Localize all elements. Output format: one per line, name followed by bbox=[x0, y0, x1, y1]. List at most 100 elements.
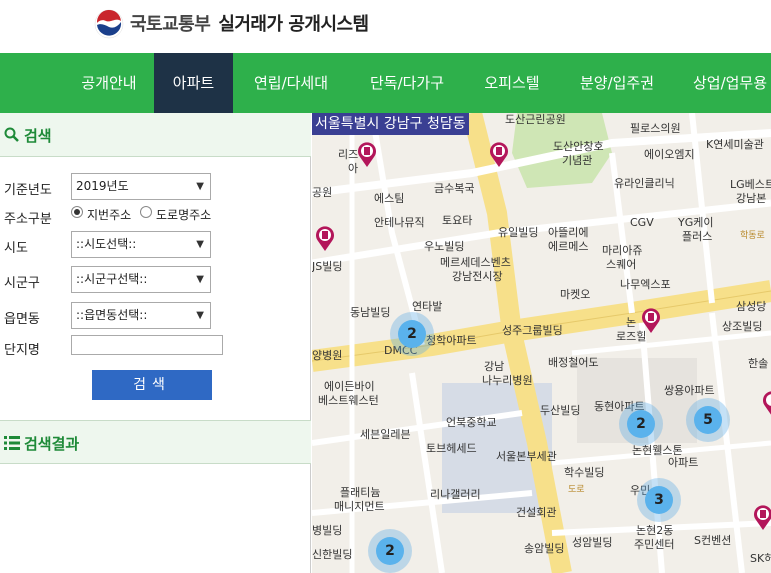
map-label: SK허 bbox=[750, 552, 771, 565]
map-label: 매니지먼트 bbox=[334, 500, 385, 513]
map-road-label: 학동로 bbox=[740, 231, 765, 241]
nav-item-rowhouse[interactable]: 연립/다세대 bbox=[233, 53, 349, 113]
map-label: 나누리병원 bbox=[482, 374, 533, 387]
main-nav: 공개안내 아파트 연립/다세대 단독/다가구 오피스텔 분양/입주권 상업/업무… bbox=[0, 53, 771, 113]
map-label: 플러스 bbox=[682, 230, 713, 243]
year-select[interactable]: 2019년도 ▼ bbox=[71, 173, 211, 200]
apartment-marker-icon[interactable] bbox=[761, 389, 771, 417]
transaction-cluster[interactable]: 2 bbox=[390, 312, 434, 356]
map-label: 안테나뮤직 bbox=[374, 216, 425, 229]
search-section-header: 검색 bbox=[0, 113, 311, 157]
map-label: 우노빌딩 bbox=[424, 240, 465, 253]
map-label: 에이든바이 bbox=[324, 380, 375, 393]
map-label: 에이오엠지 bbox=[644, 148, 695, 161]
cluster-count: 5 bbox=[694, 406, 722, 434]
nav-item-apartment[interactable]: 아파트 bbox=[154, 53, 233, 113]
dong-label: 읍면동 bbox=[4, 312, 40, 327]
map-label: 쌍용아파트 bbox=[664, 384, 715, 397]
site-header: 국토교통부 실거래가 공개시스템 bbox=[0, 0, 771, 53]
apartment-marker-icon[interactable] bbox=[640, 306, 662, 334]
search-title: 검색 bbox=[24, 127, 52, 145]
transaction-cluster[interactable]: 5 bbox=[686, 398, 730, 442]
map-label: YG케이 bbox=[678, 216, 714, 229]
nav-item-detached[interactable]: 단독/다가구 bbox=[349, 53, 465, 113]
map-label: 세븐일레븐 bbox=[360, 428, 411, 441]
road-address-radio[interactable] bbox=[140, 206, 152, 218]
chevron-down-icon: ▼ bbox=[196, 310, 204, 321]
map-label: 강남본 bbox=[736, 192, 767, 205]
apartment-marker-icon[interactable] bbox=[314, 224, 336, 252]
map-label: 에스팀 bbox=[374, 192, 405, 205]
nav-item-presale[interactable]: 분양/입주권 bbox=[559, 53, 675, 113]
map-label: S컨벤션 bbox=[694, 534, 732, 547]
results-title: 검색결과 bbox=[24, 435, 80, 453]
sigungu-select-value: ::시군구선택:: bbox=[76, 272, 148, 286]
cluster-count: 2 bbox=[627, 410, 655, 438]
map-label: 신한빌딩 bbox=[312, 548, 353, 561]
complex-name-input[interactable] bbox=[71, 335, 223, 355]
map-label: 마켓오 bbox=[560, 288, 591, 301]
transaction-cluster[interactable]: 3 bbox=[637, 478, 681, 522]
map-label: 기념관 bbox=[562, 154, 593, 167]
sido-select[interactable]: ::시도선택:: ▼ bbox=[71, 231, 211, 258]
map-label: 학수빌딩 bbox=[564, 466, 605, 479]
nav-item-commercial[interactable]: 상업/업무용 bbox=[675, 53, 771, 113]
nav-item-notice[interactable]: 공개안내 bbox=[64, 53, 154, 113]
year-label: 기준년도 bbox=[4, 183, 52, 198]
transaction-cluster[interactable]: 2 bbox=[619, 402, 663, 446]
map-label: 주민센터 bbox=[634, 538, 675, 551]
cluster-count: 2 bbox=[398, 320, 426, 348]
map-label: 배정철어도 bbox=[548, 356, 599, 369]
map-label: 에르메스 bbox=[548, 240, 589, 253]
ministry-name: 국토교통부 bbox=[130, 14, 211, 35]
map-label: 동남빌딩 bbox=[350, 306, 391, 319]
map-label: 논현2동 bbox=[636, 524, 674, 537]
year-select-value: 2019년도 bbox=[76, 179, 129, 193]
map-view[interactable]: 서울특별시 강남구 청담동 도산근린공원 필로스의원 도산안창호 기념관 에이오… bbox=[312, 113, 771, 573]
apartment-marker-icon[interactable] bbox=[356, 140, 378, 168]
apartment-marker-icon[interactable] bbox=[752, 503, 771, 531]
dong-select-value: ::읍면동선택:: bbox=[76, 308, 148, 322]
dong-select[interactable]: ::읍면동선택:: ▼ bbox=[71, 302, 211, 329]
map-label: 아뜰리에 bbox=[548, 226, 589, 239]
sigungu-select[interactable]: ::시군구선택:: ▼ bbox=[71, 266, 211, 293]
map-label: 연타발 bbox=[412, 300, 443, 313]
map-label: 도산안창호 bbox=[553, 140, 604, 153]
chevron-down-icon: ▼ bbox=[196, 274, 204, 285]
results-section-header: 검색결과 bbox=[0, 420, 311, 464]
site-title[interactable]: 국토교통부 실거래가 공개시스템 bbox=[130, 10, 369, 36]
map-label: JS빌딩 bbox=[312, 260, 343, 273]
sigungu-label: 시군구 bbox=[4, 276, 40, 291]
map-location-title: 서울특별시 강남구 청담동 bbox=[312, 113, 469, 135]
nav-item-officetel[interactable]: 오피스텔 bbox=[465, 53, 559, 113]
map-label: 유일빌딩 bbox=[498, 226, 539, 239]
jibun-address-label[interactable]: 지번주소 bbox=[87, 206, 131, 223]
sido-label: 시도 bbox=[4, 241, 28, 256]
search-button[interactable]: 검색 bbox=[92, 370, 212, 400]
jibun-address-radio[interactable] bbox=[71, 206, 83, 218]
map-label: 토요타 bbox=[442, 214, 473, 227]
map-label: 건설회관 bbox=[516, 506, 557, 519]
cluster-count: 3 bbox=[645, 486, 673, 514]
map-label: 토브헤세드 bbox=[426, 442, 477, 455]
map-label: 나무엑스포 bbox=[620, 278, 671, 291]
government-logo-icon[interactable] bbox=[94, 9, 124, 39]
cluster-count: 2 bbox=[376, 537, 404, 565]
map-label: 언북중학교 bbox=[446, 416, 497, 429]
apartment-marker-icon[interactable] bbox=[488, 140, 510, 168]
road-address-label[interactable]: 도로명주소 bbox=[156, 206, 211, 223]
map-label: 메르세데스벤츠 bbox=[440, 256, 511, 269]
transaction-cluster[interactable]: 2 bbox=[368, 529, 412, 573]
map-label: 아파트 bbox=[668, 456, 699, 469]
map-label: 성암빌딩 bbox=[572, 536, 613, 549]
map-label: 한솔 bbox=[748, 357, 769, 370]
map-label: 양병원 bbox=[312, 349, 343, 362]
map-label: 병빌딩 bbox=[312, 524, 343, 537]
sido-select-value: ::시도선택:: bbox=[76, 237, 137, 251]
system-name: 실거래가 공개시스템 bbox=[218, 14, 369, 35]
map-label: 강남전시장 bbox=[452, 270, 503, 283]
map-label: 리나갤러리 bbox=[430, 488, 481, 501]
address-type-label: 주소구분 bbox=[4, 212, 52, 227]
map-road-label: 도로 bbox=[568, 485, 585, 495]
map-label: 성주그룹빌딩 bbox=[502, 324, 563, 337]
